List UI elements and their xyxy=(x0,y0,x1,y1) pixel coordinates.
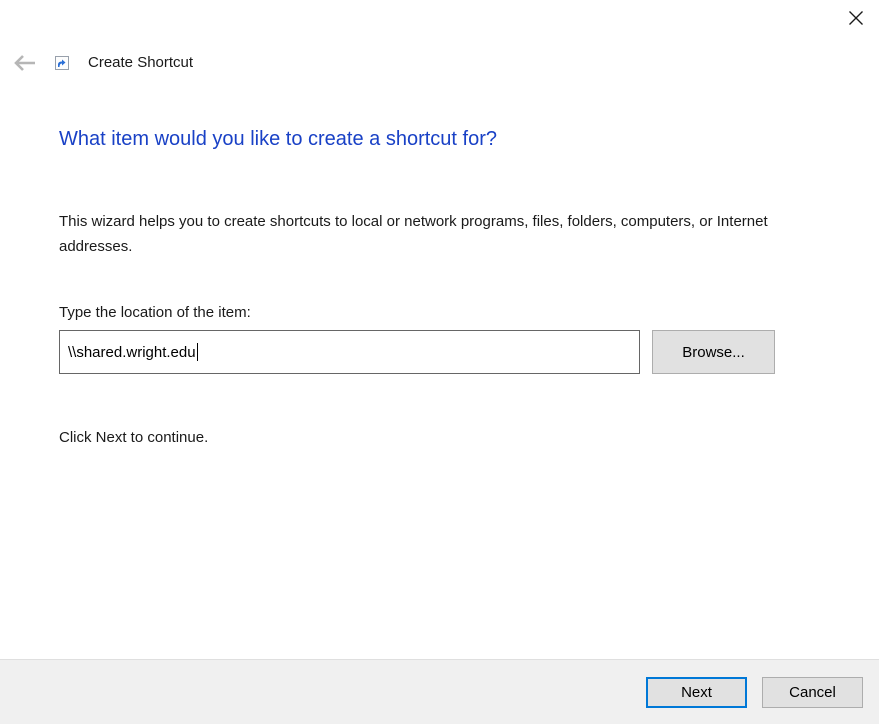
close-icon xyxy=(848,10,864,29)
back-arrow-icon xyxy=(12,54,36,75)
create-shortcut-wizard: Create Shortcut What item would you like… xyxy=(0,0,879,724)
location-input-value: \\shared.wright.edu xyxy=(68,343,196,361)
footer-bar: Next Cancel xyxy=(0,659,879,724)
page-title: Create Shortcut xyxy=(88,54,194,71)
wizard-header: Create Shortcut xyxy=(0,50,879,82)
location-input[interactable]: \\shared.wright.edu xyxy=(59,330,640,374)
next-hint: Click Next to continue. xyxy=(59,429,209,446)
shortcut-overlay-icon xyxy=(55,56,69,70)
main-instruction: What item would you like to create a sho… xyxy=(59,128,497,150)
back-button[interactable] xyxy=(10,52,38,76)
text-caret xyxy=(196,343,198,361)
close-button[interactable] xyxy=(845,8,867,30)
wizard-description: This wizard helps you to create shortcut… xyxy=(59,213,768,255)
cancel-button[interactable]: Cancel xyxy=(762,677,863,708)
next-button[interactable]: Next xyxy=(646,677,747,708)
location-label: Type the location of the item: xyxy=(59,304,251,321)
browse-button[interactable]: Browse... xyxy=(652,330,775,374)
